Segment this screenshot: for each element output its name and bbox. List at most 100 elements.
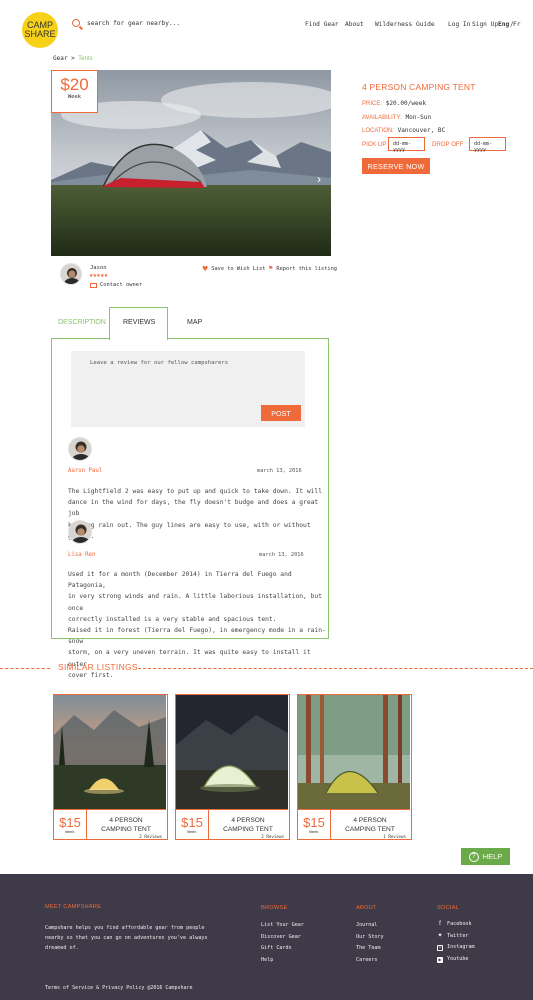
twitter-label: Twitter: [447, 932, 469, 939]
footer-link-list-your-gear[interactable]: List Your Gear: [261, 920, 304, 932]
reserve-now-button[interactable]: RESERVE NOW: [362, 158, 430, 174]
footer-meet-line: Campshare helps you find affordable gear…: [45, 925, 205, 931]
footer-link-help[interactable]: Help: [261, 955, 304, 967]
wishlist-label: Save to Wish List: [211, 266, 266, 272]
chevron-right-icon[interactable]: ›: [317, 172, 321, 186]
contact-owner-link[interactable]: Contact owner: [90, 282, 142, 288]
nav-wilderness-guide[interactable]: Wilderness Guide: [375, 21, 435, 28]
footer-social-twitter[interactable]: ✦ Twitter: [437, 931, 475, 943]
review-text-line: correctly installed is a very stable and…: [68, 615, 277, 623]
breadcrumb-sep: >: [67, 55, 79, 62]
breadcrumb: Gear > Tents: [53, 55, 93, 62]
availability-row: AVAILABILITY: Mon-Sun: [362, 114, 431, 121]
footer-link-discover-gear[interactable]: Discover Gear: [261, 932, 304, 944]
card-reviews: 1 Reviews: [383, 834, 406, 839]
login-link[interactable]: Log In: [448, 21, 470, 28]
lang-fr[interactable]: Fr: [513, 21, 520, 28]
footer: MEET CAMPSHARE Campshare helps you find …: [0, 874, 533, 1000]
nav-about[interactable]: About: [345, 21, 364, 28]
card-name-line2: CAMPING TENT: [345, 826, 395, 833]
lang-en[interactable]: Eng: [498, 21, 509, 28]
card-name-line2: CAMPING TENT: [223, 826, 273, 833]
availability-label: AVAILABILITY:: [362, 115, 402, 121]
help-button[interactable]: ? HELP: [461, 848, 510, 865]
price-badge-unit: Week: [67, 94, 82, 100]
footer-legal[interactable]: Terms of Service & Privacy Policy @2016 …: [45, 985, 193, 991]
footer-link-gift-cards[interactable]: Gift Cards: [261, 943, 304, 955]
card-name-line1: 4 PERSON: [231, 817, 265, 824]
similar-card[interactable]: $15 Week 4 PERSON CAMPING TENT 2 Reviews: [175, 694, 290, 840]
nav-find-gear[interactable]: Find Gear: [305, 21, 339, 28]
card-name-line2: CAMPING TENT: [101, 826, 151, 833]
footer-link-careers[interactable]: Careers: [356, 955, 384, 967]
card-name-line1: 4 PERSON: [353, 817, 387, 824]
review-text-line: dance in the wind for days, the fly does…: [68, 499, 319, 518]
review-text: The Lightfield 2 was easy to put up and …: [68, 486, 328, 542]
card-price: $15: [181, 815, 203, 830]
logo[interactable]: CAMP SHARE: [22, 12, 58, 48]
card-image: [298, 695, 410, 809]
question-icon: ?: [468, 851, 479, 862]
card-reviews: 2 Reviews: [139, 834, 162, 839]
help-label: HELP: [482, 852, 503, 861]
availability-value: Mon-Sun: [405, 114, 432, 121]
pickup-label: PICK UP: [362, 141, 387, 148]
price-value: $20.00/week: [385, 100, 427, 107]
facebook-icon: f: [439, 921, 441, 927]
footer-about-title: ABOUT: [356, 905, 377, 911]
report-listing-link[interactable]: ⚑ Report this listing: [268, 265, 337, 272]
card-reviews: 2 Reviews: [261, 834, 284, 839]
review-text-line: The Lightfield 2 was easy to put up and …: [68, 488, 323, 495]
footer-social-youtube[interactable]: ▶ Youtube: [437, 954, 475, 966]
card-image: [54, 695, 166, 809]
breadcrumb-gear[interactable]: Gear: [53, 55, 67, 62]
review-text-line: keeping rain out. The guy lines are easy…: [68, 521, 311, 540]
save-to-wishlist-link[interactable]: ♥ Save to Wish List: [202, 265, 266, 273]
reviewer-name: Aaron Paul: [68, 468, 103, 474]
similar-card[interactable]: $15 Week 4 PERSON CAMPING TENT 1 Reviews: [297, 694, 412, 840]
footer-link-our-story[interactable]: Our Story: [356, 932, 384, 944]
search-input[interactable]: search for gear nearby...: [87, 20, 180, 27]
card-image: [176, 695, 288, 809]
instagram-icon: ●: [437, 945, 443, 952]
search-bar[interactable]: search for gear nearby...: [72, 19, 180, 27]
similar-card[interactable]: $15 Week 4 PERSON CAMPING TENT 2 Reviews: [53, 694, 168, 840]
facebook-label: Facebook: [447, 921, 472, 927]
review-text-line: Raised it in forest (Tierra del Fuego), …: [68, 627, 326, 646]
reviewer-avatar: [68, 437, 92, 461]
similar-listings-title: SIMILAR LISTINGS: [58, 662, 138, 672]
footer-meet-title: MEET CAMPSHARE: [45, 904, 102, 910]
breadcrumb-tents[interactable]: Tents: [78, 56, 92, 62]
footer-social-facebook[interactable]: f Facebook: [437, 919, 475, 931]
search-icon: [72, 19, 80, 27]
review-date: march 13, 2016: [257, 468, 302, 474]
tab-description[interactable]: DESCRIPTION: [58, 319, 106, 326]
location-value: Vancouver, BC: [397, 127, 446, 134]
location-label: LOCATION:: [362, 128, 394, 134]
flag-icon: ⚑: [268, 265, 274, 272]
footer-social-instagram[interactable]: ● Instagram: [437, 942, 475, 954]
reviewer-name: Lisa Ren: [68, 552, 96, 558]
instagram-label: Instagram: [447, 944, 475, 951]
tab-reviews[interactable]: REVIEWS: [123, 319, 155, 326]
signup-link[interactable]: Sign Up: [472, 21, 498, 28]
footer-link-the-team[interactable]: The Team: [356, 943, 384, 955]
tab-map[interactable]: MAP: [187, 319, 202, 326]
price-badge-value: $20: [60, 75, 89, 94]
dropoff-label: DROP OFF: [432, 141, 464, 148]
dropoff-date-input[interactable]: dd-mm-yyyy: [469, 137, 506, 153]
listing-title: 4 PERSON CAMPING TENT: [362, 82, 476, 92]
owner-rating-stars: ★★★★★: [89, 271, 108, 279]
contact-owner-label: Contact owner: [100, 282, 143, 288]
envelope-icon: [90, 282, 97, 288]
youtube-label: Youtube: [447, 956, 469, 963]
footer-social-list: f Facebook ✦ Twitter ● Instagram ▶ Youtube: [437, 919, 475, 966]
post-review-button[interactable]: POST: [261, 405, 301, 421]
twitter-icon: ✦: [437, 932, 443, 939]
pickup-date-input[interactable]: dd-mm-yyyy: [388, 137, 425, 153]
footer-browse-title: BROWSE: [261, 905, 288, 911]
footer-link-journal[interactable]: Journal: [356, 920, 384, 932]
owner-avatar[interactable]: [60, 263, 82, 285]
review-text-line: Used it for a month (December 2014) in T…: [68, 571, 292, 590]
footer-about-list: Journal Our Story The Team Careers: [356, 920, 384, 967]
